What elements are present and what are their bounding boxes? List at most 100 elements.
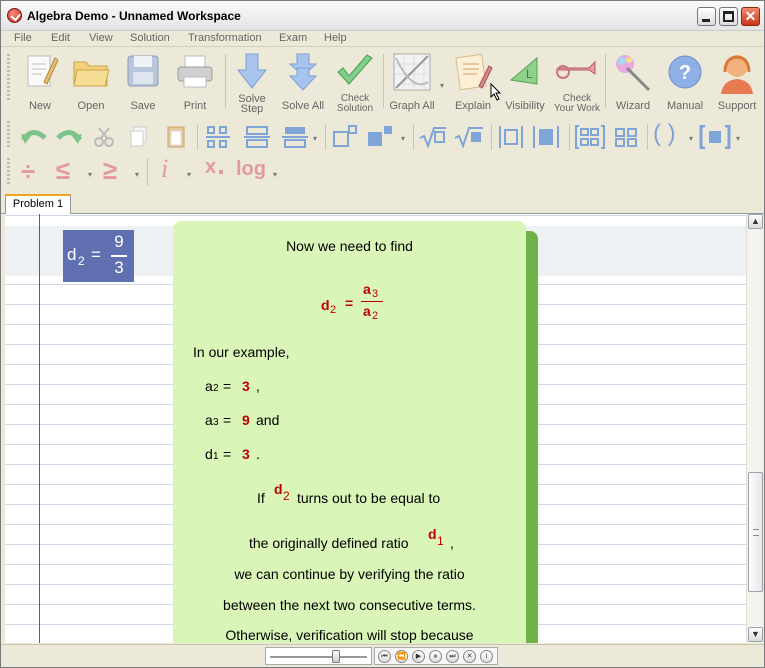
toolbar-separator	[325, 124, 326, 150]
superscript-icon[interactable]	[331, 124, 359, 148]
magic-wand-icon	[616, 55, 651, 92]
support-button[interactable]: Support	[717, 52, 757, 112]
toolbar-grip[interactable]	[7, 158, 10, 186]
new-button[interactable]: New	[21, 52, 59, 112]
menu-file[interactable]: File	[14, 32, 32, 44]
margin-line	[39, 214, 40, 643]
absolute-value-filled-icon[interactable]	[531, 125, 561, 149]
absolute-value-icon[interactable]	[497, 125, 525, 149]
solve-all-button[interactable]: Solve All	[282, 52, 324, 112]
grid-icon[interactable]	[613, 125, 641, 149]
undo-icon[interactable]	[19, 124, 49, 148]
menu-exam[interactable]: Exam	[279, 32, 307, 44]
nth-root-icon[interactable]	[453, 126, 485, 148]
support-agent-icon	[721, 55, 753, 94]
brackets-icon[interactable]	[699, 125, 731, 149]
workspace-content[interactable]: d 2 = 9 3 Now we need to find d 2 = a 3 …	[5, 214, 746, 643]
graph-all-button[interactable]: Graph All	[389, 52, 435, 112]
checkmark-icon	[337, 54, 373, 85]
dropdown-arrow-icon[interactable]: ▾	[313, 134, 317, 143]
playback-controls: ⏮ ⏪ ▶ ⏸ ⏭ ✕ i	[374, 647, 498, 665]
matrix-icon[interactable]	[575, 125, 605, 149]
value-d1: d 1 = 3 .	[205, 446, 260, 462]
less-equal-icon[interactable]: ≤	[56, 155, 70, 186]
toolbar-separator	[383, 54, 384, 108]
paste-icon[interactable]	[165, 124, 187, 150]
fraction-icon[interactable]	[243, 126, 271, 148]
tab-problem-1[interactable]: Problem 1	[5, 194, 71, 214]
explain-button[interactable]: Explain	[454, 52, 493, 112]
floppy-disk-icon	[127, 55, 159, 87]
dropdown-arrow-icon[interactable]: ▾	[187, 170, 191, 179]
svg-text:?: ?	[679, 62, 691, 84]
menu-transformation[interactable]: Transformation	[188, 32, 262, 44]
skip-forward-icon[interactable]: ⏭	[446, 650, 459, 663]
wrench-check-icon	[556, 60, 596, 79]
slider-knob[interactable]	[332, 650, 340, 663]
vertical-scrollbar[interactable]: ▲ ▼	[746, 214, 763, 643]
square-root-icon[interactable]	[418, 126, 448, 148]
log-button[interactable]: log	[236, 158, 266, 181]
toolbar-separator	[647, 124, 648, 150]
menu-view[interactable]: View	[89, 32, 113, 44]
copy-icon[interactable]	[129, 125, 151, 149]
close-button[interactable]: ✕	[741, 7, 760, 26]
maximize-button[interactable]	[719, 7, 738, 26]
rewind-icon[interactable]: ⏪	[395, 650, 408, 663]
scroll-down-arrow-icon[interactable]: ▼	[748, 627, 763, 642]
scissors-icon[interactable]	[93, 126, 115, 148]
explanation-line: between the next two consecutive terms.	[223, 597, 476, 613]
check-your-work-button[interactable]: Check Your Work	[554, 52, 600, 114]
dropdown-arrow-icon[interactable]: ▾	[135, 170, 139, 179]
playback-slider[interactable]	[265, 647, 372, 665]
dropdown-arrow-icon[interactable]: ▾	[736, 134, 740, 143]
check-solution-button[interactable]: Check Solution	[336, 52, 374, 114]
toolbar-separator	[147, 158, 148, 186]
info-icon[interactable]: i	[480, 650, 493, 663]
dropdown-arrow-icon[interactable]: ▾	[689, 134, 693, 143]
playback-bar: ⏮ ⏪ ▶ ⏸ ⏭ ✕ i	[1, 644, 764, 667]
toolbar-separator	[197, 124, 198, 150]
variable-x-button[interactable]: x	[205, 156, 216, 179]
solve-step-button[interactable]: Solve Step	[233, 52, 271, 115]
menu-solution[interactable]: Solution	[130, 32, 170, 44]
minimize-button[interactable]	[697, 7, 716, 26]
menu-help[interactable]: Help	[324, 32, 347, 44]
power-icon[interactable]	[365, 124, 395, 148]
divide-layout-icon[interactable]	[281, 126, 309, 148]
print-button[interactable]: Print	[176, 52, 214, 112]
menu-bar: File Edit View Solution Transformation E…	[1, 31, 764, 47]
greater-equal-icon[interactable]: ≥	[103, 155, 117, 186]
equation-d2[interactable]: d 2 = 9 3	[63, 230, 134, 282]
new-document-icon	[27, 55, 58, 87]
scroll-up-arrow-icon[interactable]: ▲	[748, 214, 763, 229]
open-button[interactable]: Open	[72, 52, 110, 112]
imaginary-unit-button[interactable]: i	[161, 154, 168, 184]
skip-back-icon[interactable]: ⏮	[378, 650, 391, 663]
dropdown-arrow-icon[interactable]: ▾	[88, 170, 92, 179]
folder-icon	[73, 61, 110, 87]
explanation-line: In our example,	[193, 344, 290, 360]
parentheses-icon[interactable]: ( )	[653, 120, 676, 148]
fraction-layout-icon[interactable]	[205, 126, 231, 148]
mouse-cursor-icon	[490, 83, 502, 101]
wizard-button[interactable]: Wizard	[614, 52, 652, 112]
play-icon[interactable]: ▶	[412, 650, 425, 663]
save-button[interactable]: Save	[124, 52, 162, 112]
toolbar-grip[interactable]	[7, 54, 10, 100]
divide-icon[interactable]: ÷	[21, 156, 35, 187]
dropdown-arrow-icon[interactable]: ▾	[273, 170, 277, 179]
manual-button[interactable]: ? Manual	[666, 52, 704, 112]
stop-icon[interactable]: ✕	[463, 650, 476, 663]
visibility-button[interactable]: L Visibility	[505, 52, 545, 112]
graph-icon	[393, 53, 431, 91]
toolbar-area: New Open Save Print Solve Step Solve All…	[1, 48, 764, 193]
graph-dropdown-arrow-icon[interactable]: ▾	[440, 81, 444, 90]
scroll-thumb[interactable]	[748, 472, 763, 592]
redo-icon[interactable]	[54, 124, 84, 148]
pause-icon[interactable]: ⏸	[429, 650, 442, 663]
dropdown-arrow-icon[interactable]: ▾	[401, 134, 405, 143]
menu-edit[interactable]: Edit	[51, 32, 70, 44]
toolbar-grip[interactable]	[7, 121, 10, 149]
arrow-down-icon	[236, 53, 268, 89]
